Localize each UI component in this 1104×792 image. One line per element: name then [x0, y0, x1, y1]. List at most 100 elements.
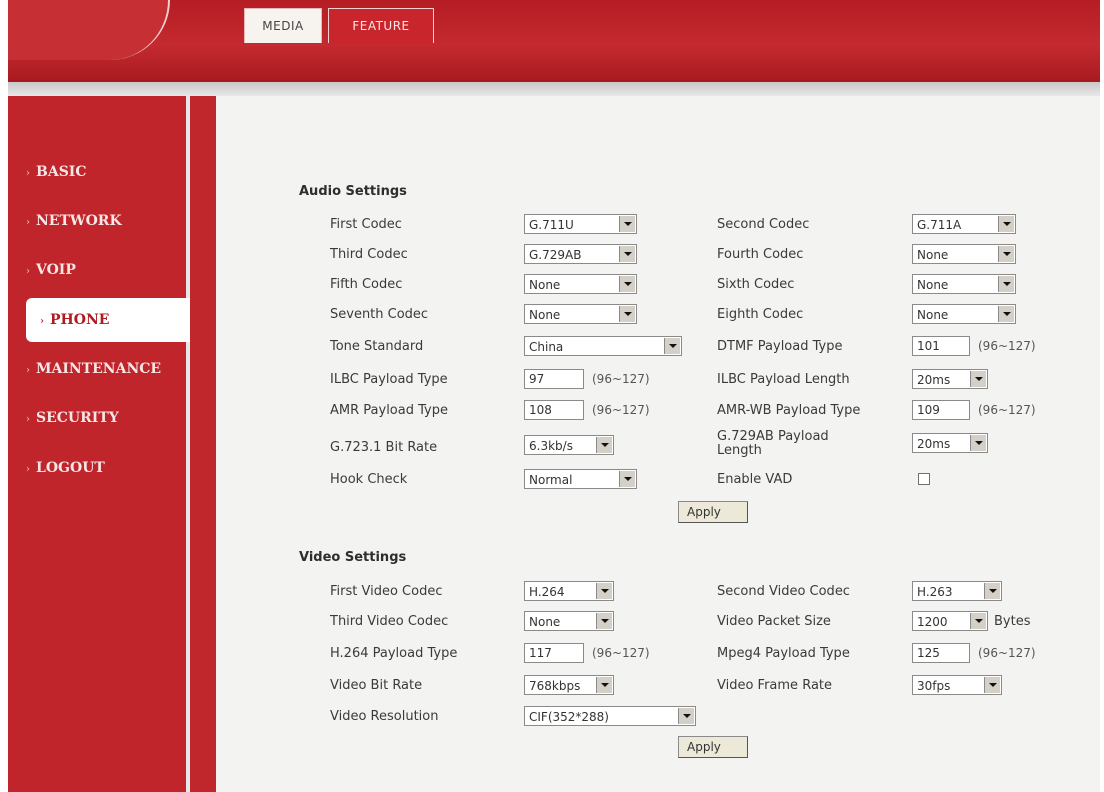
eighth-codec-label: Eighth Codec [717, 307, 804, 322]
seventh-codec-select[interactable]: None [524, 304, 637, 324]
third-codec-label: Third Codec [330, 247, 408, 262]
sidebar-item-label: NETWORK [36, 213, 122, 229]
sidebar-item-maintenance[interactable]: › MAINTENANCE [8, 347, 186, 391]
dtmf-payload-label: DTMF Payload Type [717, 339, 843, 354]
first-codec-select[interactable]: G.711U [524, 214, 637, 234]
chevron-down-icon [984, 583, 1000, 599]
video-apply-button[interactable]: Apply [678, 736, 748, 758]
second-video-codec-select[interactable]: H.263 [912, 581, 1002, 601]
video-bit-rate-label: Video Bit Rate [330, 678, 423, 693]
header-divider [8, 82, 1100, 96]
tab-bar: MEDIA FEATURE [244, 8, 440, 44]
sidebar-item-label: MAINTENANCE [36, 361, 162, 377]
video-packet-size-label: Video Packet Size [717, 614, 831, 629]
sixth-codec-label: Sixth Codec [717, 277, 795, 292]
video-frame-rate-select[interactable]: 30fps [912, 675, 1002, 695]
chevron-down-icon [596, 583, 612, 599]
audio-apply-button[interactable]: Apply [678, 501, 748, 523]
hook-check-label: Hook Check [330, 472, 408, 487]
chevron-down-icon [970, 613, 986, 629]
amr-payload-label: AMR Payload Type [330, 403, 448, 418]
amrwb-payload-input[interactable] [912, 400, 970, 420]
video-settings-title: Video Settings [299, 550, 407, 565]
chevron-down-icon [664, 338, 680, 354]
video-bit-rate-select[interactable]: 768kbps [524, 675, 614, 695]
mpeg4-payload-label: Mpeg4 Payload Type [717, 646, 850, 661]
tone-standard-select[interactable]: China [524, 336, 682, 356]
sidebar-item-security[interactable]: › SECURITY [8, 396, 186, 440]
g7231-bitrate-select[interactable]: 6.3kb/s [524, 435, 614, 455]
tab-feature[interactable]: FEATURE [328, 8, 434, 43]
ilbc-payload-input[interactable] [524, 369, 584, 389]
sidebar-item-logout[interactable]: › LOGOUT [8, 446, 186, 490]
ilbc-payload-label: ILBC Payload Type [330, 372, 448, 387]
dtmf-payload-range: (96~127) [978, 339, 1036, 353]
audio-settings-title: Audio Settings [299, 184, 407, 199]
fourth-codec-label: Fourth Codec [717, 247, 804, 262]
sidebar-item-network[interactable]: › NETWORK [8, 199, 186, 243]
third-video-codec-select[interactable]: None [524, 611, 614, 631]
second-video-codec-label: Second Video Codec [717, 584, 850, 599]
ilbc-payload-range: (96~127) [592, 372, 650, 386]
chevron-down-icon [596, 437, 612, 453]
chevron-right-icon: › [26, 464, 30, 475]
video-packet-size-unit: Bytes [994, 614, 1031, 629]
video-packet-size-select[interactable]: 1200 [912, 611, 988, 631]
chevron-down-icon [596, 613, 612, 629]
sidebar-item-basic[interactable]: › BASIC [8, 150, 186, 194]
sidebar-item-label: PHONE [50, 312, 110, 328]
sidebar-item-label: SECURITY [36, 410, 119, 426]
enable-vad-label: Enable VAD [717, 472, 793, 487]
sidebar-edge [190, 96, 216, 792]
dtmf-payload-input[interactable] [912, 336, 970, 356]
h264-payload-label: H.264 Payload Type [330, 646, 458, 661]
mpeg4-payload-range: (96~127) [978, 646, 1036, 660]
tab-media[interactable]: MEDIA [244, 8, 322, 43]
chevron-right-icon: › [26, 217, 30, 228]
chevron-down-icon [619, 246, 635, 262]
chevron-down-icon [619, 276, 635, 292]
amr-payload-input[interactable] [524, 400, 584, 420]
first-video-codec-label: First Video Codec [330, 584, 443, 599]
ilbc-length-select[interactable]: 20ms [912, 369, 988, 389]
ilbc-length-label: ILBC Payload Length [717, 372, 850, 387]
g7231-bitrate-label: G.723.1 Bit Rate [330, 440, 438, 455]
amr-payload-range: (96~127) [592, 403, 650, 417]
chevron-down-icon [970, 435, 986, 451]
first-codec-label: First Codec [330, 217, 402, 232]
video-resolution-select[interactable]: CIF(352*288) [524, 706, 696, 726]
sidebar-item-phone[interactable]: › PHONE [26, 298, 190, 342]
amrwb-payload-label: AMR-WB Payload Type [717, 403, 861, 418]
chevron-down-icon [619, 216, 635, 232]
third-codec-select[interactable]: G.729AB [524, 244, 637, 264]
chevron-down-icon [998, 246, 1014, 262]
video-frame-rate-label: Video Frame Rate [717, 678, 833, 693]
header-bar [8, 0, 1100, 82]
fourth-codec-select[interactable]: None [912, 244, 1016, 264]
g729ab-length-select[interactable]: 20ms [912, 433, 988, 453]
tone-standard-label: Tone Standard [330, 339, 424, 354]
chevron-down-icon [998, 216, 1014, 232]
chevron-down-icon [998, 306, 1014, 322]
enable-vad-checkbox[interactable] [918, 473, 930, 485]
fifth-codec-select[interactable]: None [524, 274, 637, 294]
chevron-right-icon: › [26, 266, 30, 277]
eighth-codec-select[interactable]: None [912, 304, 1016, 324]
h264-payload-input[interactable] [524, 643, 584, 663]
chevron-down-icon [678, 708, 694, 724]
chevron-right-icon: › [40, 316, 44, 327]
h264-payload-range: (96~127) [592, 646, 650, 660]
hook-check-select[interactable]: Normal [524, 469, 637, 489]
first-video-codec-select[interactable]: H.264 [524, 581, 614, 601]
seventh-codec-label: Seventh Codec [330, 307, 429, 322]
mpeg4-payload-input[interactable] [912, 643, 970, 663]
second-codec-select[interactable]: G.711A [912, 214, 1016, 234]
chevron-down-icon [596, 677, 612, 693]
third-video-codec-label: Third Video Codec [330, 614, 449, 629]
chevron-down-icon [984, 677, 1000, 693]
sidebar-item-voip[interactable]: › VOIP [8, 248, 186, 292]
chevron-right-icon: › [26, 168, 30, 179]
sidebar-item-label: BASIC [36, 164, 87, 180]
fifth-codec-label: Fifth Codec [330, 277, 403, 292]
sixth-codec-select[interactable]: None [912, 274, 1016, 294]
